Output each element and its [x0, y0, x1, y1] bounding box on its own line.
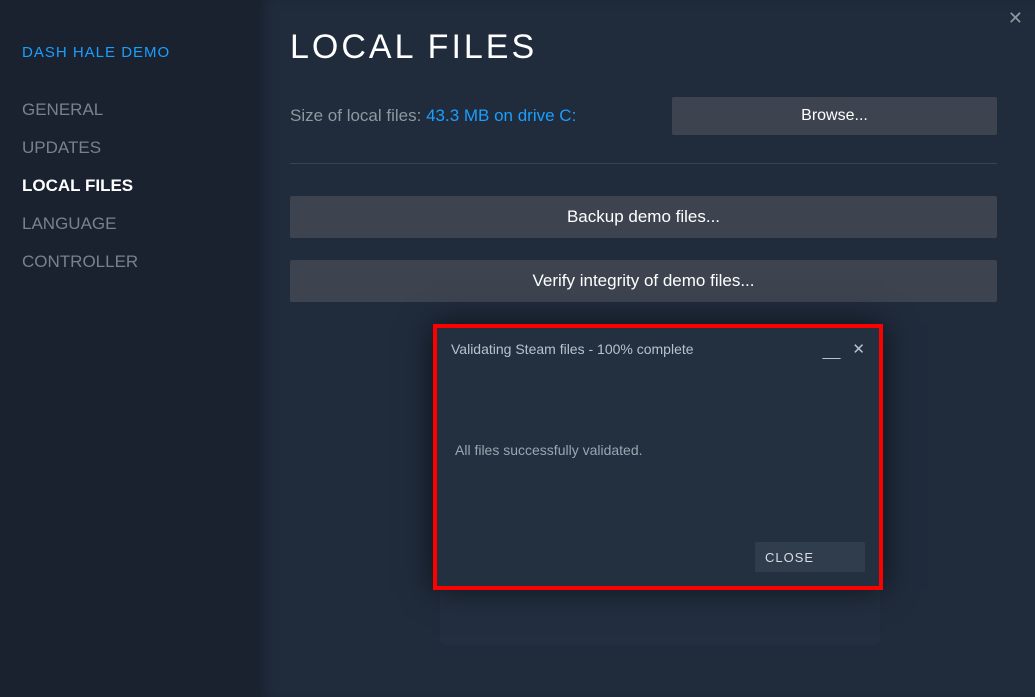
backup-button[interactable]: Backup demo files... [290, 196, 997, 238]
size-value[interactable]: 43.3 MB on drive C: [426, 106, 576, 125]
dialog-header: Validating Steam files - 100% complete _… [451, 340, 865, 358]
dialog-footer: CLOSE [451, 542, 865, 572]
sidebar-item-general[interactable]: GENERAL [22, 91, 258, 129]
sidebar-item-controller[interactable]: CONTROLLER [22, 243, 258, 281]
close-icon[interactable]: ✕ [1008, 8, 1023, 29]
game-title: DASH HALE DEMO [22, 44, 258, 61]
dialog-window-controls: __ ✕ [823, 340, 865, 358]
size-row: Size of local files: 43.3 MB on drive C:… [290, 97, 997, 135]
dialog-title: Validating Steam files - 100% complete [451, 341, 823, 357]
sidebar-item-local-files[interactable]: LOCAL FILES [22, 167, 258, 205]
size-label: Size of local files: [290, 106, 426, 125]
sidebar-item-language[interactable]: LANGUAGE [22, 205, 258, 243]
dialog-body: All files successfully validated. [451, 358, 865, 542]
dialog-close-button[interactable]: CLOSE [755, 542, 865, 572]
minimize-icon[interactable]: __ [823, 343, 841, 361]
dialog-message: All files successfully validated. [455, 442, 643, 458]
close-icon[interactable]: ✕ [852, 340, 865, 358]
validation-dialog: Validating Steam files - 100% complete _… [433, 324, 883, 590]
browse-button[interactable]: Browse... [672, 97, 997, 135]
sidebar-item-updates[interactable]: UPDATES [22, 129, 258, 167]
page-title: LOCAL FILES [290, 28, 997, 67]
verify-button[interactable]: Verify integrity of demo files... [290, 260, 997, 302]
divider [290, 163, 997, 164]
app-root: DASH HALE DEMO GENERAL UPDATES LOCAL FIL… [0, 0, 1035, 697]
sidebar: DASH HALE DEMO GENERAL UPDATES LOCAL FIL… [0, 0, 258, 697]
size-text: Size of local files: 43.3 MB on drive C: [290, 106, 576, 126]
